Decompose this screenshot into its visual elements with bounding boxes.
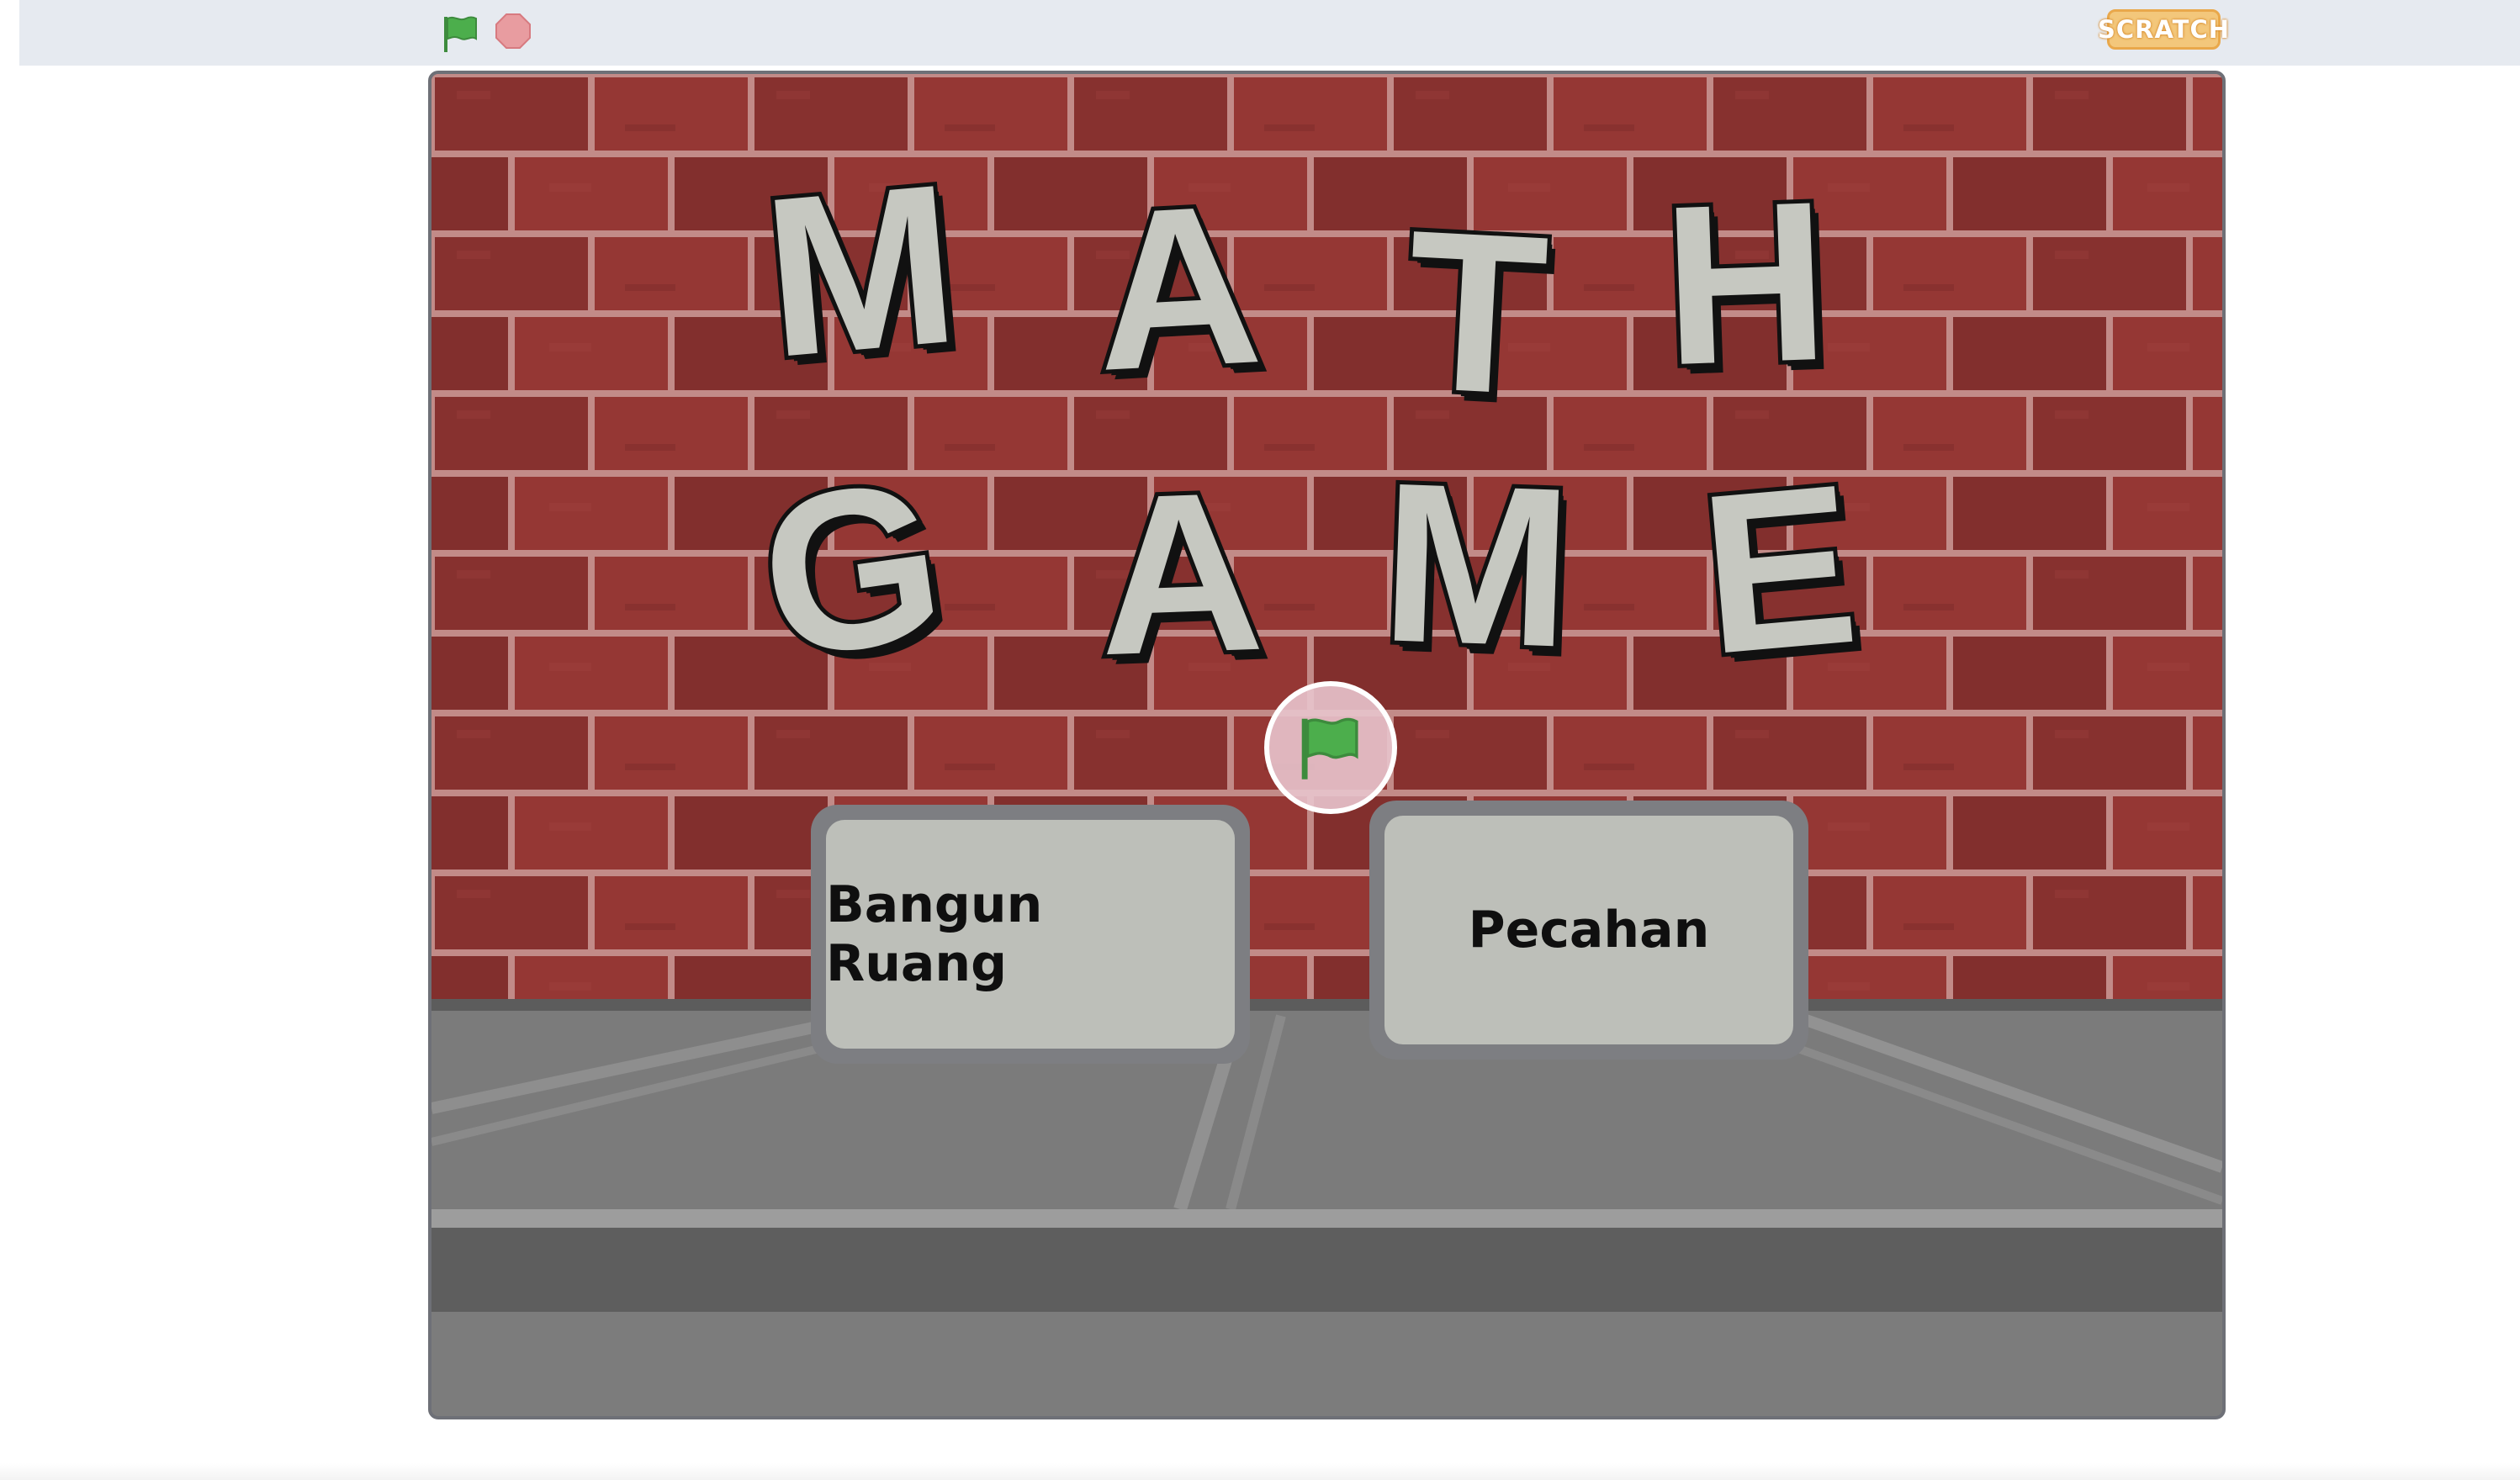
green-flag-icon (444, 16, 477, 52)
bangun-ruang-button-face: Bangun Ruang (826, 820, 1235, 1049)
pecahan-label: Pecahan (1468, 901, 1710, 959)
title-letter-m: M (751, 133, 970, 410)
stop-sign-icon (495, 13, 531, 49)
pecahan-button-face: Pecahan (1384, 816, 1793, 1044)
title-letter-a-2: A (1090, 441, 1271, 708)
green-flag-button[interactable] (437, 10, 484, 57)
bangun-ruang-label: Bangun Ruang (826, 875, 1043, 993)
scratch-logo[interactable]: SCRATCH (2098, 9, 2229, 50)
title-letter-m-2: M (1374, 431, 1580, 700)
bangun-ruang-button[interactable]: Bangun Ruang (811, 805, 1250, 1064)
start-overlay-button[interactable] (1264, 681, 1397, 814)
green-flag-icon (1301, 717, 1358, 780)
pecahan-button[interactable]: Pecahan (1369, 801, 1808, 1060)
stop-button[interactable] (492, 10, 534, 52)
title-letter-g: G (743, 428, 961, 711)
scratch-player-page: SCRATCH M A T H G A M E Bangun Ruang Pec… (0, 0, 2520, 1480)
project-stage[interactable]: M A T H G A M E Bangun Ruang Pecahan (428, 71, 2226, 1419)
title-letter-e: E (1688, 433, 1870, 707)
title-letter-t: T (1396, 179, 1556, 447)
page-footer-edge (0, 1463, 2520, 1480)
title-letter-h: H (1655, 151, 1836, 418)
title-letter-a: A (1085, 153, 1270, 423)
